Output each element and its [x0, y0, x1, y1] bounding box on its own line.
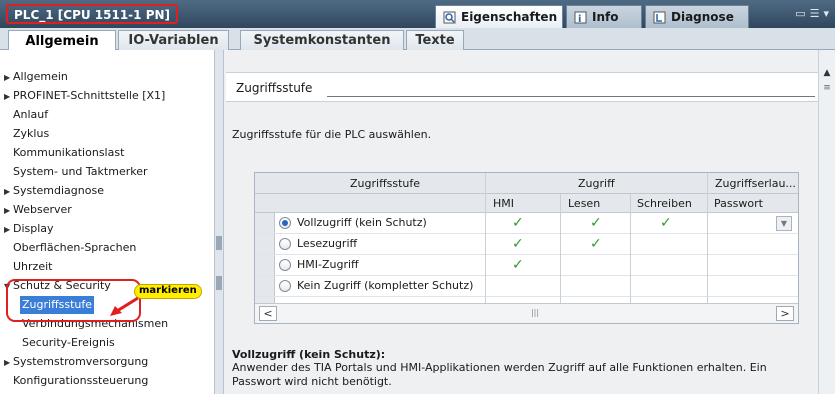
nav-item-konfigurationssteuerung[interactable]: Konfigurationssteuerung — [13, 372, 148, 390]
nav-item-systemdiagnose[interactable]: ▶ Systemdiagnose — [4, 182, 104, 200]
checkmark-icon: ✓ — [512, 215, 524, 231]
subheader-schreiben: Schreiben — [637, 197, 692, 210]
properties-content: Zugriffsstufe Zugriffsstufe für die PLC … — [224, 50, 820, 394]
restore-icon[interactable]: ▭ — [795, 7, 805, 20]
nav-item-display[interactable]: ▶ Display — [4, 220, 54, 238]
radio-vollzugriff[interactable] — [279, 217, 291, 229]
selection-note-text: Anwender des TIA Portals und HMI-Applika… — [232, 361, 767, 388]
scroll-up-icon[interactable]: ▲ — [821, 68, 833, 80]
nav-item-security-ereignis[interactable]: Security-Ereignis — [22, 334, 115, 352]
row-label: HMI-Zugriff — [297, 258, 359, 271]
table-horizontal-scrollbar[interactable]: < ||| > — [255, 303, 798, 323]
svg-text:i: i — [578, 14, 581, 24]
panel-splitter[interactable] — [214, 50, 224, 394]
radio-lesezugriff[interactable] — [279, 238, 291, 250]
diagnostics-icon — [652, 10, 666, 24]
nav-item-kommunikationslast[interactable]: Kommunikationslast — [13, 144, 124, 162]
expand-arrow-icon[interactable]: ▶ — [4, 202, 13, 220]
subtab-io-variablen[interactable]: IO-Variablen — [118, 30, 229, 50]
radio-kein-zugriff[interactable] — [279, 280, 291, 292]
table-row[interactable]: Vollzugriff (kein Schutz) ✓ ✓ ✓ ▼ — [255, 213, 798, 234]
header-zugriffserlaubnis: Zugriffserlau... — [715, 177, 796, 190]
section-divider — [327, 96, 815, 97]
section-description: Zugriffsstufe für die PLC auswählen. — [232, 128, 432, 141]
tab-diagnose[interactable]: Diagnose — [645, 5, 749, 28]
nav-item-uhrzeit[interactable]: Uhrzeit — [13, 258, 52, 276]
expand-arrow-icon[interactable]: ▶ — [4, 88, 13, 106]
nav-item-allgemein[interactable]: ▶ Allgemein — [4, 68, 68, 86]
expand-arrow-icon[interactable]: ▶ — [4, 69, 13, 87]
expand-arrow-icon[interactable]: ▶ — [4, 221, 13, 239]
nav-item-taktmerker[interactable]: System- und Taktmerker — [13, 163, 148, 181]
checkmark-icon: ✓ — [512, 236, 524, 252]
subheader-passwort: Passwort — [714, 197, 763, 210]
table-subheaders: HMI Lesen Schreiben Passwort — [255, 194, 798, 213]
password-dropdown-button[interactable]: ▼ — [776, 216, 792, 231]
radio-hmi-zugriff[interactable] — [279, 259, 291, 271]
tab-eigenschaften[interactable]: Eigenschaften — [435, 5, 563, 28]
header-zugriff: Zugriff — [578, 177, 615, 190]
nav-item-profinet[interactable]: ▶ PROFINET-Schnittstelle [X1] — [4, 87, 165, 105]
subheader-lesen: Lesen — [568, 197, 601, 210]
vertical-scrollbar[interactable]: ▲ ≡ — [818, 50, 835, 394]
column-divider — [485, 173, 486, 303]
column-divider — [630, 194, 631, 303]
header-zugriffsstufe: Zugriffsstufe — [350, 177, 421, 190]
expand-arrow-icon[interactable]: ▶ — [4, 183, 13, 201]
scroll-grip-icon[interactable]: ≡ — [821, 83, 833, 95]
section-title: Zugriffsstufe — [236, 81, 313, 95]
nav-item-webserver[interactable]: ▶ Webserver — [4, 201, 72, 219]
expand-arrow-icon[interactable]: ▶ — [4, 354, 13, 372]
subtab-allgemein[interactable]: Allgemein — [8, 30, 116, 51]
inspector-title-bar: PLC_1 [CPU 1511-1 PN] Eigenschaften i In… — [0, 0, 835, 28]
nav-item-oberflaechen-sprachen[interactable]: Oberflächen-Sprachen — [13, 239, 136, 257]
window-controls: ▭ ☰ ▾ — [795, 7, 829, 20]
scrollbar-thumb[interactable]: ||| — [295, 308, 775, 318]
scroll-right-icon[interactable]: > — [776, 306, 794, 321]
splitter-handle-icon[interactable] — [216, 276, 222, 290]
column-divider — [560, 194, 561, 303]
navigation-tree: ▶ Allgemein ▶ PROFINET-Schnittstelle [X1] … — [0, 50, 214, 394]
annotation-badge: markieren — [134, 284, 202, 299]
scroll-left-icon[interactable]: < — [259, 306, 277, 321]
subtab-strip: Allgemein IO-Variablen Systemkonstanten … — [0, 28, 835, 51]
checkmark-icon: ✓ — [660, 215, 672, 231]
nav-item-systemstromversorgung[interactable]: ▶ Systemstromversorgung — [4, 353, 148, 371]
table-row[interactable]: Kein Zugriff (kompletter Schutz) — [255, 276, 798, 297]
row-label: Vollzugriff (kein Schutz) — [297, 216, 427, 229]
column-divider — [707, 173, 708, 303]
checkmark-icon: ✓ — [512, 257, 524, 273]
window-title: PLC_1 [CPU 1511-1 PN] — [6, 4, 179, 24]
row-label: Lesezugriff — [297, 237, 358, 250]
table-row[interactable]: HMI-Zugriff ✓ — [255, 255, 798, 276]
tab-label: Info — [592, 10, 619, 24]
splitter-handle-icon[interactable] — [216, 236, 222, 250]
menu-icon[interactable]: ☰ — [810, 7, 820, 20]
subtab-systemkonstanten[interactable]: Systemkonstanten — [240, 30, 404, 50]
section-header — [226, 72, 820, 102]
table-row[interactable]: Lesezugriff ✓ ✓ — [255, 234, 798, 255]
row-label: Kein Zugriff (kompletter Schutz) — [297, 279, 474, 292]
subtab-texte[interactable]: Texte — [406, 30, 464, 50]
tab-info[interactable]: i Info — [566, 5, 642, 28]
access-level-table: Zugriffsstufe Zugriff Zugriffserlau... H… — [254, 172, 799, 324]
selection-note-title: Vollzugriff (kein Schutz): — [232, 348, 386, 361]
nav-item-zyklus[interactable]: Zyklus — [13, 125, 49, 143]
tab-label: Eigenschaften — [461, 10, 558, 24]
nav-item-anlauf[interactable]: Anlauf — [13, 106, 48, 124]
annotation-arrow-icon — [110, 296, 139, 316]
subheader-hmi: HMI — [493, 197, 515, 210]
checkmark-icon: ✓ — [590, 215, 602, 231]
table-header-groups: Zugriffsstufe Zugriff Zugriffserlau... — [255, 173, 798, 194]
checkmark-icon: ✓ — [590, 236, 602, 252]
tab-label: Diagnose — [671, 10, 734, 24]
info-icon: i — [573, 10, 587, 24]
properties-icon — [442, 10, 456, 24]
chevron-down-icon[interactable]: ▾ — [823, 7, 829, 20]
